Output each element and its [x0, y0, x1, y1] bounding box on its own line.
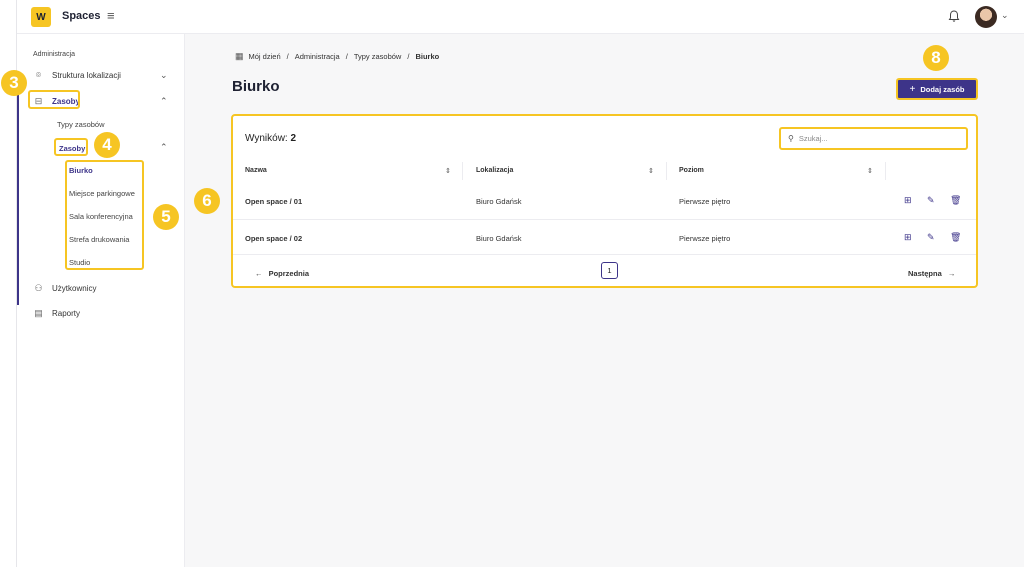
cell-location: Biuro Gdańsk	[476, 197, 522, 206]
app-window: W Spaces ≡ ⌄ Administracja ⌾ Struktura l…	[1, 0, 1024, 567]
column-divider	[462, 162, 463, 180]
sidebar-item-label: Struktura lokalizacji	[52, 71, 121, 80]
user-avatar[interactable]	[975, 6, 997, 28]
chevron-up-icon[interactable]: ⌃	[160, 142, 168, 153]
page-title: Biurko	[232, 78, 280, 95]
search-placeholder: Szukaj...	[798, 134, 828, 143]
column-divider	[885, 162, 886, 180]
report-icon: ▤	[34, 308, 43, 318]
cell-name[interactable]: Open space / 01	[245, 197, 302, 206]
row-divider	[233, 254, 976, 255]
trash-icon[interactable]: 🗑	[950, 232, 961, 243]
column-header-name[interactable]: Nazwa	[245, 167, 267, 174]
breadcrumb: ▦ Mój dzień / Administracja / Typy zasob…	[235, 51, 440, 61]
plus-icon: +	[909, 83, 916, 95]
qr-icon[interactable]: ⊞	[904, 232, 912, 243]
qr-icon[interactable]: ⊞	[904, 195, 912, 206]
sort-icon[interactable]: ⇕	[445, 167, 451, 175]
menu-icon[interactable]: ≡	[107, 9, 115, 23]
annotation-badge: 4	[94, 132, 120, 158]
trash-icon[interactable]: 🗑	[950, 195, 961, 206]
users-icon: ⚇	[34, 283, 43, 293]
chevron-down-icon[interactable]: ⌄	[160, 70, 168, 81]
next-page-button[interactable]: Następna →	[908, 269, 955, 278]
previous-page-button[interactable]: ← Poprzednia	[255, 269, 309, 278]
sidebar-item-label: Użytkownicy	[52, 284, 97, 293]
cell-name[interactable]: Open space / 02	[245, 234, 302, 243]
results-count: Wyników: 2	[245, 133, 296, 144]
column-header-level[interactable]: Poziom	[679, 167, 704, 174]
location-pin-icon: ⌾	[35, 70, 42, 80]
add-resource-label: Dodaj zasób	[920, 84, 965, 94]
add-resource-button[interactable]: + Dodaj zasób	[897, 79, 977, 99]
column-header-location[interactable]: Lokalizacja	[476, 167, 513, 174]
search-input[interactable]: ⚲ Szukaj...	[779, 127, 968, 150]
chevron-up-icon[interactable]: ⌃	[160, 96, 168, 107]
annotation-badge: 5	[153, 204, 179, 230]
sidebar-item-users[interactable]: ⚇ Użytkownicy	[33, 283, 96, 294]
active-section-indicator	[17, 88, 19, 305]
resources-table-card: Wyników: 2 ⚲ Szukaj... Nazwa ⇕ Lokalizac…	[231, 114, 978, 288]
search-icon: ⚲	[788, 134, 794, 143]
cell-location: Biuro Gdańsk	[476, 234, 522, 243]
edit-icon[interactable]: ✎	[927, 195, 935, 206]
sidebar-section-title: Administracja	[33, 51, 76, 58]
highlight-box	[28, 90, 80, 109]
chevron-down-icon[interactable]: ⌄	[1001, 10, 1009, 21]
breadcrumb-current: Biurko	[415, 52, 440, 61]
breadcrumb-types[interactable]: Typy zasobów	[354, 52, 402, 61]
calendar-icon: ▦	[235, 51, 244, 61]
sidebar-item-reports[interactable]: ▤ Raporty	[33, 308, 80, 319]
sidebar-item-location-structure[interactable]: ⌾ Struktura lokalizacji	[33, 70, 121, 81]
sidebar-subitem-resource-types[interactable]: Typy zasobów	[57, 120, 105, 129]
row-divider	[233, 219, 976, 220]
page-number-button[interactable]: 1	[601, 262, 618, 279]
app-name: Spaces	[62, 10, 101, 22]
annotation-badge: 3	[1, 70, 27, 96]
breadcrumb-home[interactable]: Mój dzień	[249, 52, 281, 61]
results-value: 2	[290, 133, 297, 144]
sidebar: Administracja ⌾ Struktura lokalizacji ⌄ …	[17, 34, 185, 567]
arrow-left-icon: ←	[255, 269, 263, 278]
results-label: Wyników:	[245, 133, 288, 144]
highlight-box	[54, 138, 88, 156]
annotation-badge: 8	[923, 45, 949, 71]
sort-icon[interactable]: ⇕	[867, 167, 873, 175]
top-bar: W Spaces ≡ ⌄	[17, 0, 1024, 34]
breadcrumb-admin[interactable]: Administracja	[295, 52, 340, 61]
edit-icon[interactable]: ✎	[927, 232, 935, 243]
cell-level: Pierwsze piętro	[679, 197, 731, 206]
previous-label: Poprzednia	[268, 269, 310, 278]
sidebar-item-label: Raporty	[52, 309, 81, 318]
cell-level: Pierwsze piętro	[679, 234, 731, 243]
bell-icon[interactable]	[947, 9, 961, 23]
column-divider	[666, 162, 667, 180]
app-logo[interactable]: W	[31, 7, 51, 27]
sort-icon[interactable]: ⇕	[648, 167, 654, 175]
arrow-right-icon: →	[947, 269, 956, 278]
highlight-box	[65, 160, 144, 270]
annotation-badge: 6	[194, 188, 220, 214]
next-label: Następna	[908, 269, 942, 278]
